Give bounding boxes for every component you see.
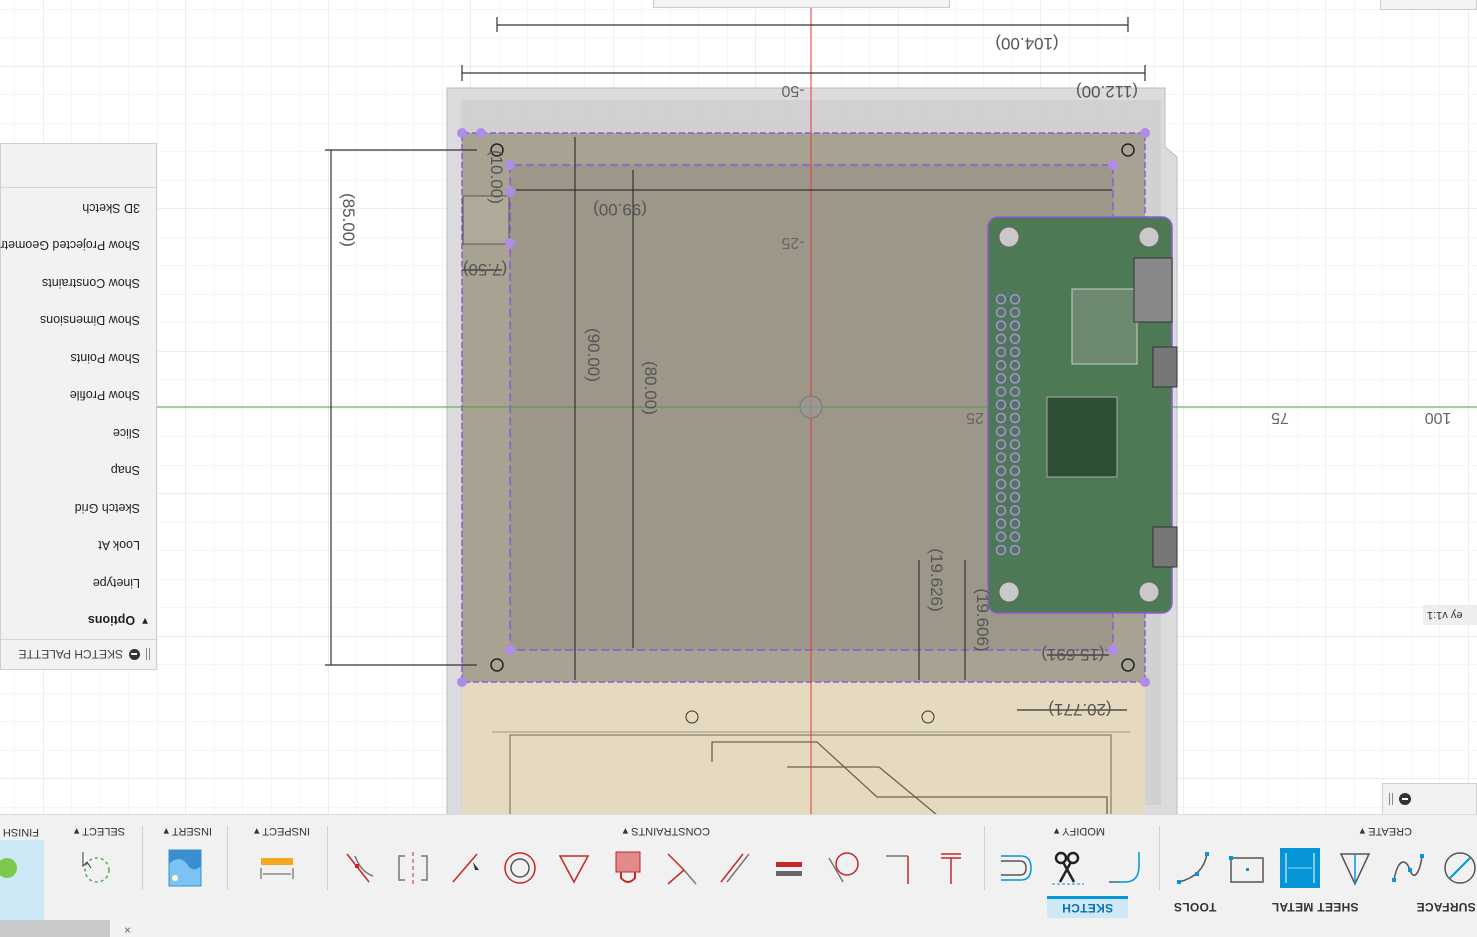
palette-item-slice[interactable]: Slice [1, 414, 156, 452]
constraints-menu[interactable]: CONSTRAINTS ▾ [623, 825, 710, 838]
equal-icon[interactable] [766, 844, 814, 892]
fusion-window: (104.00) (112.00) (99.00) (15.691) (20.7… [0, 0, 1477, 937]
axis-label-neg50: -50 [781, 82, 804, 99]
parallel-icon[interactable] [711, 844, 759, 892]
tab-surface[interactable]: SURFACE [1415, 896, 1477, 918]
separator [1159, 826, 1160, 890]
separator [227, 826, 228, 890]
trim-scissors-icon[interactable] [1044, 844, 1092, 892]
polygon-icon[interactable] [1331, 844, 1379, 892]
document-tab[interactable] [0, 920, 110, 937]
dim-85[interactable]: (85.00) [339, 193, 358, 247]
sheet-metal-flange-icon[interactable] [1276, 844, 1324, 892]
modify-menu[interactable]: MODIFY ▾ [1054, 825, 1105, 838]
coincident-icon[interactable] [335, 844, 383, 892]
separator [327, 826, 328, 890]
palette-item-linetype[interactable]: Linetype [1, 564, 156, 602]
palette-item-show-points[interactable]: Show Points [1, 339, 156, 377]
circle-icon[interactable] [1436, 844, 1477, 892]
axis-label-25: 25 [966, 409, 984, 426]
midpoint-icon[interactable] [443, 844, 491, 892]
dim-112[interactable]: (112.00) [1076, 82, 1138, 101]
dim-20-771[interactable]: (20.771) [1048, 700, 1111, 719]
collapse-icon[interactable] [129, 649, 140, 660]
inspect-menu[interactable]: INSPECT ▾ [254, 825, 310, 838]
document-tab-bar: × [0, 920, 1477, 937]
navigation-bar[interactable] [653, 0, 950, 8]
palette-item-show-projected-geometries[interactable]: Show Projected Geometries [0, 227, 156, 265]
dim-15-691[interactable]: (15.691) [1041, 645, 1104, 664]
insert-image-icon[interactable] [161, 844, 209, 892]
separator [984, 826, 985, 890]
dim-90[interactable]: (90.00) [584, 328, 603, 382]
select-menu[interactable]: SELECT ▾ [74, 825, 125, 838]
close-tab-icon[interactable]: × [124, 923, 131, 937]
axis-label-75: 75 [1271, 409, 1289, 426]
palette-item-snap[interactable]: Snap [1, 452, 156, 490]
dim-19-626[interactable]: (19.626) [927, 548, 946, 611]
finish-label: FINISH [2, 826, 39, 838]
tab-tools[interactable]: TOOLS [1170, 896, 1220, 918]
collinear-icon[interactable] [658, 844, 706, 892]
select-icon[interactable] [71, 844, 119, 892]
comments-panel[interactable] [1382, 783, 1477, 815]
spline-icon[interactable] [1384, 844, 1432, 892]
dim-19-606[interactable]: (19.606) [973, 588, 992, 651]
create-menu[interactable]: CREATE ▾ [1360, 825, 1412, 838]
symmetry-icon[interactable] [389, 844, 437, 892]
concentric-icon[interactable] [496, 844, 544, 892]
sketch-palette: SKETCH PALETTE ▼ Options Linetype Look At S… [0, 143, 157, 670]
raspberry-pi-board[interactable] [987, 216, 1178, 614]
palette-item-show-profile[interactable]: Show Profile [1, 377, 156, 415]
sketch-canvas[interactable]: (104.00) (112.00) (99.00) (15.691) (20.7… [0, 0, 1477, 937]
dim-99[interactable]: (99.00) [593, 200, 647, 219]
triangle-icon[interactable] [550, 844, 598, 892]
sketch-palette-title: SKETCH PALETTE [18, 647, 123, 662]
options-label: Options [87, 613, 136, 628]
options-section[interactable]: ▼ Options [1, 602, 156, 640]
lower-region [462, 682, 1145, 815]
dim-10[interactable]: (10.00) [487, 150, 506, 204]
arc-icon[interactable] [1169, 844, 1217, 892]
collapse-icon[interactable] [1399, 793, 1411, 805]
axis-label-100: 100 [1425, 409, 1452, 426]
palette-item-show-constraints[interactable]: Show Constraints [1, 264, 156, 302]
caret-down-icon: ▼ [140, 614, 150, 626]
palette-item-sketch-grid[interactable]: Sketch Grid [1, 489, 156, 527]
drag-handle-icon[interactable] [1389, 793, 1393, 805]
dim-80[interactable]: (80.00) [641, 361, 660, 415]
axis-label-neg25: -25 [781, 234, 804, 251]
drag-handle-icon[interactable] [146, 648, 150, 661]
tangent-icon[interactable] [821, 844, 869, 892]
perpendicular-icon[interactable] [874, 844, 922, 892]
sketch-palette-header[interactable]: SKETCH PALETTE [1, 639, 156, 669]
toolbar: FINISH SURFACE SHEET METAL TOOLS SKETCH … [0, 814, 1477, 920]
palette-item-look-at[interactable]: Look At [1, 527, 156, 565]
measure-icon[interactable] [253, 844, 301, 892]
display-settings-bar[interactable] [1380, 0, 1477, 10]
palette-item-show-dimensions[interactable]: Show Dimensions [1, 302, 156, 340]
insert-menu[interactable]: INSERT ▾ [163, 825, 212, 838]
version-badge: ey v1:1 [1423, 605, 1477, 625]
fillet-icon[interactable] [1101, 844, 1149, 892]
dim-7-5[interactable]: (7.50) [463, 260, 507, 279]
origin-point[interactable] [799, 395, 823, 419]
offset-icon[interactable] [991, 844, 1039, 892]
separator [142, 826, 143, 890]
fix-icon[interactable] [927, 844, 975, 892]
lock-icon[interactable] [604, 844, 652, 892]
dim-104[interactable]: (104.00) [995, 34, 1058, 53]
rectangle-icon[interactable] [1223, 844, 1271, 892]
tab-sheet-metal[interactable]: SHEET METAL [1270, 896, 1360, 918]
finish-icon[interactable] [0, 844, 31, 892]
tab-sketch[interactable]: SKETCH [1047, 896, 1128, 918]
palette-item-3d-sketch[interactable]: 3D Sketch [1, 189, 156, 227]
